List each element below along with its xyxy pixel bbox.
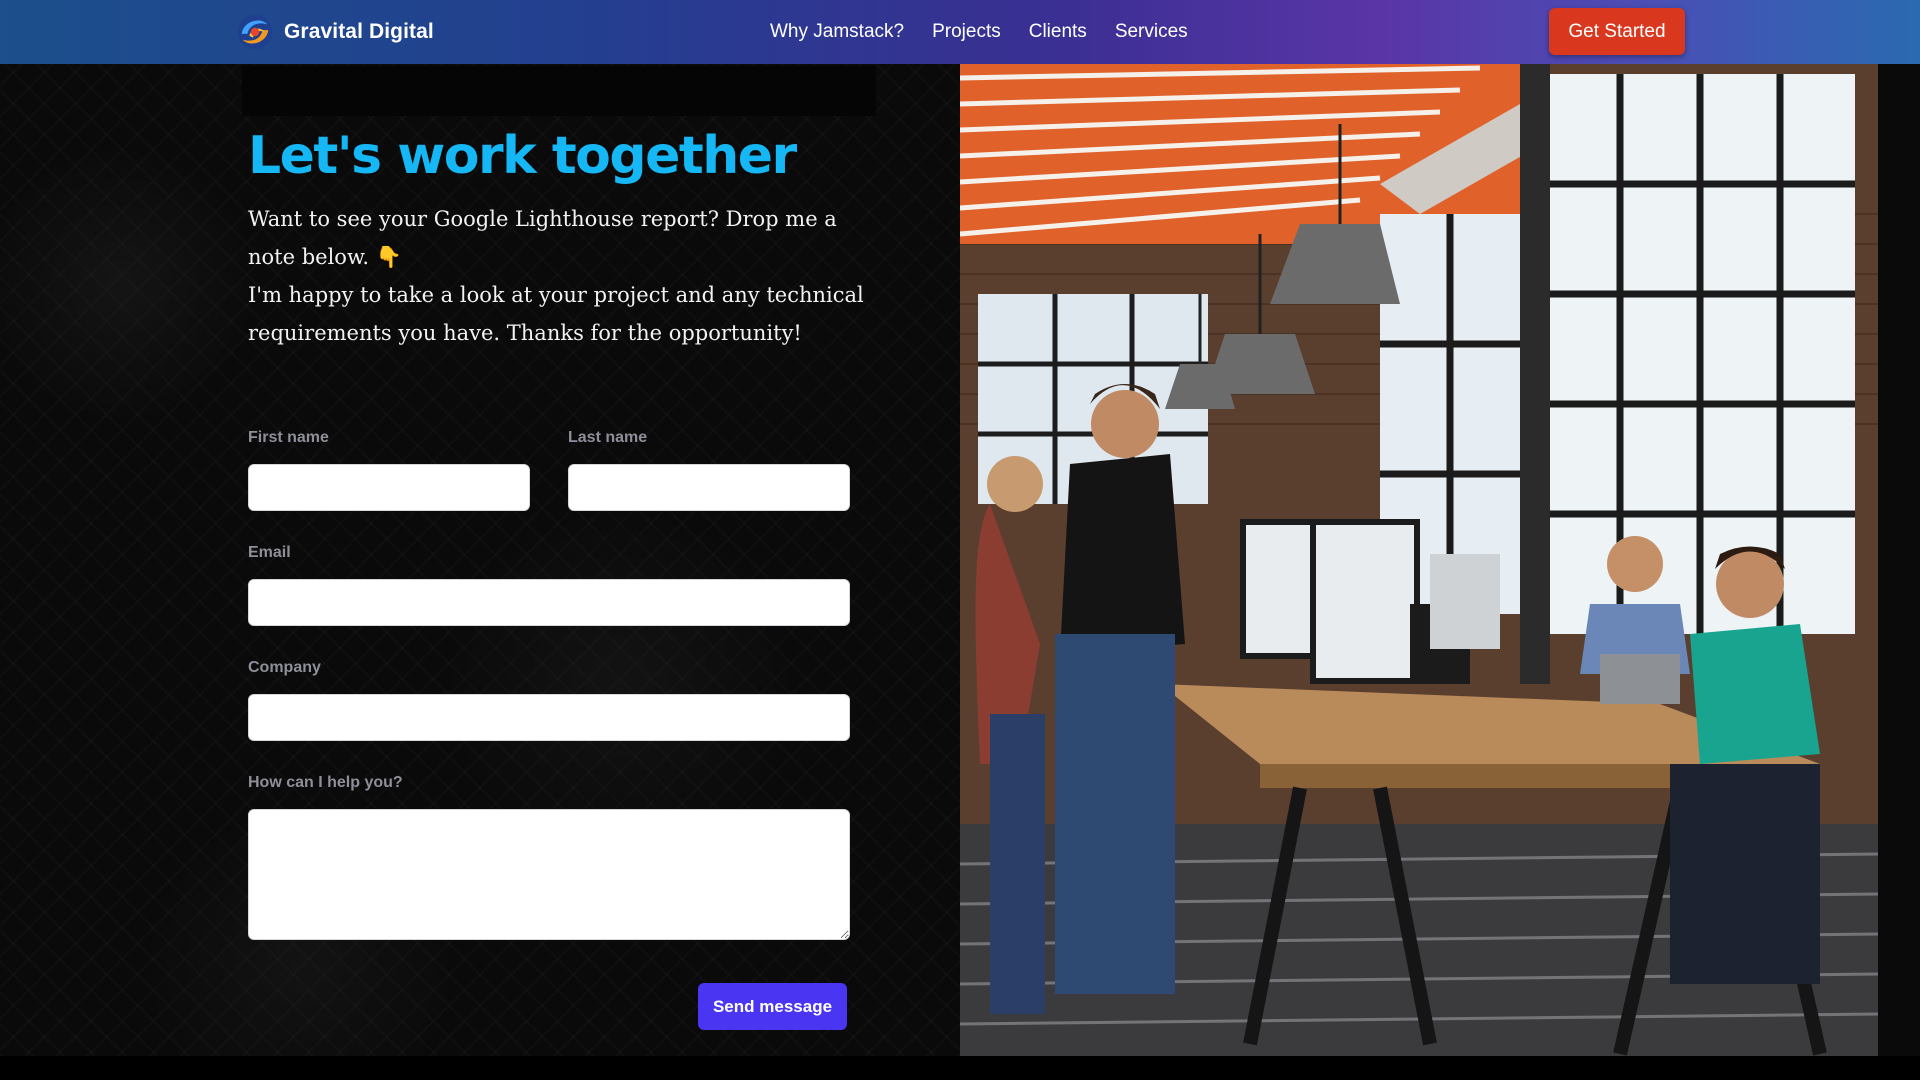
last-name-input[interactable] bbox=[568, 464, 850, 511]
send-message-button[interactable]: Send message bbox=[698, 983, 847, 1030]
intro-text: Want to see your Google Lighthouse repor… bbox=[248, 200, 868, 352]
email-label: Email bbox=[248, 544, 291, 561]
last-name-label: Last name bbox=[568, 429, 648, 446]
first-name-label: First name bbox=[248, 429, 329, 446]
primary-nav: Why Jamstack? Projects Clients Services bbox=[770, 0, 1188, 64]
company-label: Company bbox=[248, 659, 321, 676]
first-name-input[interactable] bbox=[248, 464, 530, 511]
brand-home-link[interactable]: Gravital Digital bbox=[236, 12, 434, 52]
message-textarea[interactable] bbox=[248, 809, 850, 940]
intro-paragraph-1: Want to see your Google Lighthouse repor… bbox=[248, 207, 837, 269]
contact-section: Let's work together Want to see your Goo… bbox=[0, 64, 960, 1056]
nav-link-services[interactable]: Services bbox=[1115, 21, 1188, 43]
section-top-shade bbox=[242, 66, 876, 116]
get-started-button[interactable]: Get Started bbox=[1549, 8, 1685, 55]
nav-link-projects[interactable]: Projects bbox=[932, 21, 1001, 43]
intro-paragraph-2: I'm happy to take a look at your project… bbox=[248, 283, 864, 345]
nav-link-why-jamstack[interactable]: Why Jamstack? bbox=[770, 21, 904, 43]
gravital-logo-icon bbox=[237, 14, 273, 50]
office-team-photo bbox=[960, 64, 1878, 1056]
nav-link-clients[interactable]: Clients bbox=[1029, 21, 1087, 43]
email-input[interactable] bbox=[248, 579, 850, 626]
top-navigation-bar: Gravital Digital Why Jamstack? Projects … bbox=[0, 0, 1920, 64]
message-label: How can I help you? bbox=[248, 774, 403, 791]
office-illustration bbox=[960, 64, 1878, 1056]
page-right-margin bbox=[1878, 64, 1920, 1056]
page-title: Let's work together bbox=[248, 126, 797, 186]
page-bottom-bar bbox=[0, 1056, 1920, 1080]
company-input[interactable] bbox=[248, 694, 850, 741]
brand-name: Gravital Digital bbox=[284, 20, 434, 43]
